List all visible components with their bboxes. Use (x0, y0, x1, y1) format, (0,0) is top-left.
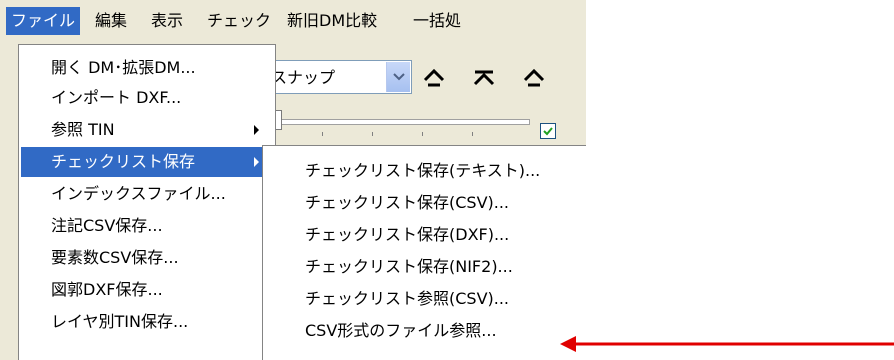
menu-item-annotation-csv[interactable]: 注記CSV保存... (21, 211, 273, 241)
submenu-item-save-text[interactable]: チェックリスト保存(テキスト)... (265, 156, 584, 186)
submenu-arrow-icon (254, 157, 259, 167)
menu-view[interactable]: 表示 (146, 7, 188, 35)
menu-item-element-count-csv[interactable]: 要素数CSV保存... (21, 243, 273, 273)
snap-combo[interactable]: スナップ (262, 60, 412, 94)
slider-tick (372, 132, 373, 136)
slider-track[interactable] (276, 119, 530, 125)
submenu-item-save-dxf[interactable]: チェックリスト保存(DXF)... (265, 220, 584, 250)
slider-tick (472, 132, 473, 136)
checklist-submenu: チェックリスト保存(テキスト)... チェックリスト保存(CSV)... チェッ… (262, 145, 586, 360)
menu-item-checklist-save[interactable]: チェックリスト保存 (21, 147, 273, 177)
submenu-item-reference-csv[interactable]: チェックリスト参照(CSV)... (265, 284, 584, 314)
menu-item-label: 参照 TIN (51, 120, 115, 139)
slider-tick (422, 132, 423, 136)
option-checkbox[interactable] (540, 123, 556, 139)
annotation-arrow (560, 336, 894, 352)
menu-item-index-file[interactable]: インデックスファイル... (21, 179, 273, 209)
menu-item-frame-dxf[interactable]: 図郭DXF保存... (21, 275, 273, 305)
menu-item-open-dm[interactable]: 開く DM･拡張DM... (21, 53, 273, 83)
menu-bar: ファイル 編集 表示 チェック 新旧DM比較 一括処 (0, 0, 586, 42)
file-menu: 開く DM･拡張DM... インポート DXF... 参照 TIN チェックリス… (18, 44, 276, 360)
menu-batch[interactable]: 一括処 (408, 7, 466, 35)
application-window: ファイル 編集 表示 チェック 新旧DM比較 一括処 スナップ 開く DM･拡張… (0, 0, 586, 360)
menu-item-reference-tin[interactable]: 参照 TIN (21, 115, 273, 145)
snap-combo-value: スナップ (271, 68, 336, 87)
submenu-item-save-nif2[interactable]: チェックリスト保存(NIF2)... (265, 252, 584, 282)
menu-dm-compare[interactable]: 新旧DM比較 (282, 7, 382, 35)
menu-file[interactable]: ファイル (6, 7, 81, 35)
menu-edit[interactable]: 編集 (90, 7, 132, 35)
slider-tick (322, 132, 323, 136)
snap-down-icon[interactable] (472, 66, 496, 90)
snap-up-icon[interactable] (422, 66, 446, 90)
menu-item-label: チェックリスト保存 (51, 152, 196, 171)
menu-item-import-dxf[interactable]: インポート DXF... (21, 83, 273, 113)
checkmark-icon (543, 127, 553, 136)
menu-item-layer-tin[interactable]: レイヤ別TIN保存... (21, 307, 273, 337)
submenu-item-save-csv[interactable]: チェックリスト保存(CSV)... (265, 188, 584, 218)
submenu-item-csv-file-reference[interactable]: CSV形式のファイル参照... (265, 316, 584, 346)
submenu-arrow-icon (254, 125, 259, 135)
toolbar: スナップ (262, 54, 586, 154)
chevron-down-icon[interactable] (386, 62, 410, 92)
menu-check[interactable]: チェック (202, 7, 276, 35)
snap-next-icon[interactable] (522, 66, 546, 90)
